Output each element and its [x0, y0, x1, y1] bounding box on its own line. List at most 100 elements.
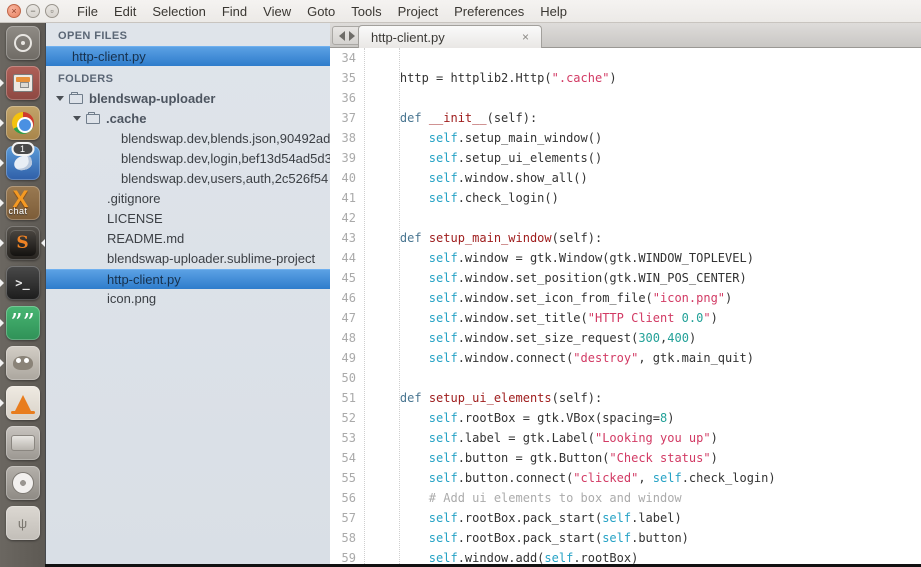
menu-tools[interactable]: Tools	[343, 4, 389, 19]
tree-file-license[interactable]: LICENSE	[46, 209, 330, 229]
code-token-plain: )	[689, 331, 696, 345]
code-token-plain	[371, 351, 429, 365]
folder-icon	[86, 114, 100, 124]
expander-arrow-icon[interactable]	[56, 96, 64, 101]
code-token-num: 300	[638, 331, 660, 345]
hangouts-icon[interactable]: ””	[6, 306, 40, 340]
open-file-item[interactable]: http-client.py	[46, 46, 330, 66]
code-line[interactable]: 38 self.setup_main_window()	[330, 128, 921, 148]
tree-file-readme.md[interactable]: README.md	[46, 229, 330, 249]
running-indicator-icon	[0, 319, 4, 327]
code-area[interactable]: 3435 http = httplib2.Http(".cache")3637 …	[330, 48, 921, 564]
code-token-plain: )	[711, 311, 718, 325]
code-line[interactable]: 49 self.window.connect("destroy", gtk.ma…	[330, 348, 921, 368]
code-token-str: "Looking you up"	[595, 431, 711, 445]
code-line[interactable]: 58 self.rootBox.pack_start(self.button)	[330, 528, 921, 548]
code-line[interactable]: 35 http = httplib2.Http(".cache")	[330, 68, 921, 88]
sublime-text-icon[interactable]: S	[6, 226, 40, 260]
code-line[interactable]: 45 self.window.set_position(gtk.WIN_POS_…	[330, 268, 921, 288]
terminal-icon[interactable]: >_	[6, 266, 40, 300]
menu-help[interactable]: Help	[532, 4, 575, 19]
menu-view[interactable]: View	[255, 4, 299, 19]
file-manager-icon[interactable]	[6, 66, 40, 100]
menu-edit[interactable]: Edit	[106, 4, 144, 19]
code-token-plain: .rootBox)	[573, 551, 638, 564]
code-token-kw: def	[400, 111, 429, 125]
code-token-self: self	[429, 551, 458, 564]
expander-arrow-icon[interactable]	[73, 116, 81, 121]
code-line[interactable]: 57 self.rootBox.pack_start(self.label)	[330, 508, 921, 528]
code-line[interactable]: 42	[330, 208, 921, 228]
folder-tree: blendswap-uploader.cacheblendswap.dev,bl…	[46, 89, 330, 309]
tree-file-blendswap.dev-blends.json-90492ad[interactable]: blendswap.dev,blends.json,90492ad	[46, 129, 330, 149]
tree-file-blendswap-uploader.sublime-project[interactable]: blendswap-uploader.sublime-project	[46, 249, 330, 269]
code-line[interactable]: 46 self.window.set_icon_from_file("icon.…	[330, 288, 921, 308]
code-token-kw: def	[400, 231, 429, 245]
xchat-icon[interactable]: Xchat	[6, 186, 40, 220]
code-line[interactable]: 48 self.window.set_size_request(300,400)	[330, 328, 921, 348]
window-controls: ×−▫	[0, 4, 69, 18]
focused-indicator-icon	[41, 239, 45, 247]
code-token-self: self	[429, 291, 458, 305]
code-line[interactable]: 55 self.button.connect("clicked", self.c…	[330, 468, 921, 488]
tab-prev-icon[interactable]	[339, 31, 345, 41]
tree-file-blendswap.dev-users-auth-2c526f54[interactable]: blendswap.dev,users,auth,2c526f54	[46, 169, 330, 189]
code-token-self: self	[429, 151, 458, 165]
line-number: 38	[330, 128, 356, 148]
code-line[interactable]: 47 self.window.set_title("HTTP Client 0.…	[330, 308, 921, 328]
code-line[interactable]: 43 def setup_main_window(self):	[330, 228, 921, 248]
code-line[interactable]: 44 self.window = gtk.Window(gtk.WINDOW_T…	[330, 248, 921, 268]
tree-file-.gitignore[interactable]: .gitignore	[46, 189, 330, 209]
tree-folder-blendswap-uploader[interactable]: blendswap-uploader	[46, 89, 330, 109]
menu-find[interactable]: Find	[214, 4, 255, 19]
code-line[interactable]: 51 def setup_ui_elements(self):	[330, 388, 921, 408]
tab-close-icon[interactable]: ×	[522, 31, 529, 43]
menu-selection[interactable]: Selection	[144, 4, 213, 19]
code-token-plain	[371, 291, 429, 305]
tab-http-client[interactable]: http-client.py ×	[358, 25, 542, 48]
code-line[interactable]: 54 self.button = gtk.Button("Check statu…	[330, 448, 921, 468]
code-line[interactable]: 53 self.label = gtk.Label("Looking you u…	[330, 428, 921, 448]
tree-folder-.cache[interactable]: .cache	[46, 109, 330, 129]
line-number: 53	[330, 428, 356, 448]
code-line[interactable]: 59 self.window.add(self.rootBox)	[330, 548, 921, 564]
code-line[interactable]: 40 self.window.show_all()	[330, 168, 921, 188]
tab-next-icon[interactable]	[349, 31, 355, 41]
code-line[interactable]: 34	[330, 48, 921, 68]
code-line[interactable]: 41 self.check_login()	[330, 188, 921, 208]
code-token-plain	[371, 111, 400, 125]
close-window-button[interactable]: ×	[7, 4, 21, 18]
menu-project[interactable]: Project	[390, 4, 446, 19]
code-line[interactable]: 56 # Add ui elements to box and window	[330, 488, 921, 508]
code-line[interactable]: 37 def __init__(self):	[330, 108, 921, 128]
sublime-s-glyph: S	[16, 233, 28, 253]
launcher-item-file-manager	[0, 63, 45, 103]
code-token-self: self	[602, 531, 631, 545]
terminal-prompt-icon: >_	[15, 276, 29, 290]
code-token-self: self	[429, 471, 458, 485]
vlc-icon[interactable]	[6, 386, 40, 420]
code-token-self: self	[653, 471, 682, 485]
ubuntu-dash-icon[interactable]	[6, 26, 40, 60]
maximize-window-button[interactable]: ▫	[45, 4, 59, 18]
code-line[interactable]: 39 self.setup_ui_elements()	[330, 148, 921, 168]
code-token-fn: __init__	[429, 111, 487, 125]
tree-file-blendswap.dev-login-bef13d54ad5d3[interactable]: blendswap.dev,login,bef13d54ad5d3	[46, 149, 330, 169]
minimize-window-button[interactable]: −	[26, 4, 40, 18]
menubar: ×−▫ FileEditSelectionFindViewGotoToolsPr…	[0, 0, 921, 23]
tree-file-http-client.py[interactable]: http-client.py	[46, 269, 330, 289]
line-number: 55	[330, 468, 356, 488]
gimp-icon[interactable]	[6, 346, 40, 380]
hard-disk-drive-icon[interactable]	[6, 426, 40, 460]
code-token-plain	[371, 431, 429, 445]
tree-file-icon.png[interactable]: icon.png	[46, 289, 330, 309]
menu-preferences[interactable]: Preferences	[446, 4, 532, 19]
chrome-browser-icon[interactable]	[6, 106, 40, 140]
usb-drive-icon[interactable]: ψ	[6, 506, 40, 540]
menu-file[interactable]: File	[69, 4, 106, 19]
code-line[interactable]: 50	[330, 368, 921, 388]
menu-goto[interactable]: Goto	[299, 4, 343, 19]
code-line[interactable]: 36	[330, 88, 921, 108]
cd-disc-icon[interactable]	[6, 466, 40, 500]
code-line[interactable]: 52 self.rootBox = gtk.VBox(spacing=8)	[330, 408, 921, 428]
